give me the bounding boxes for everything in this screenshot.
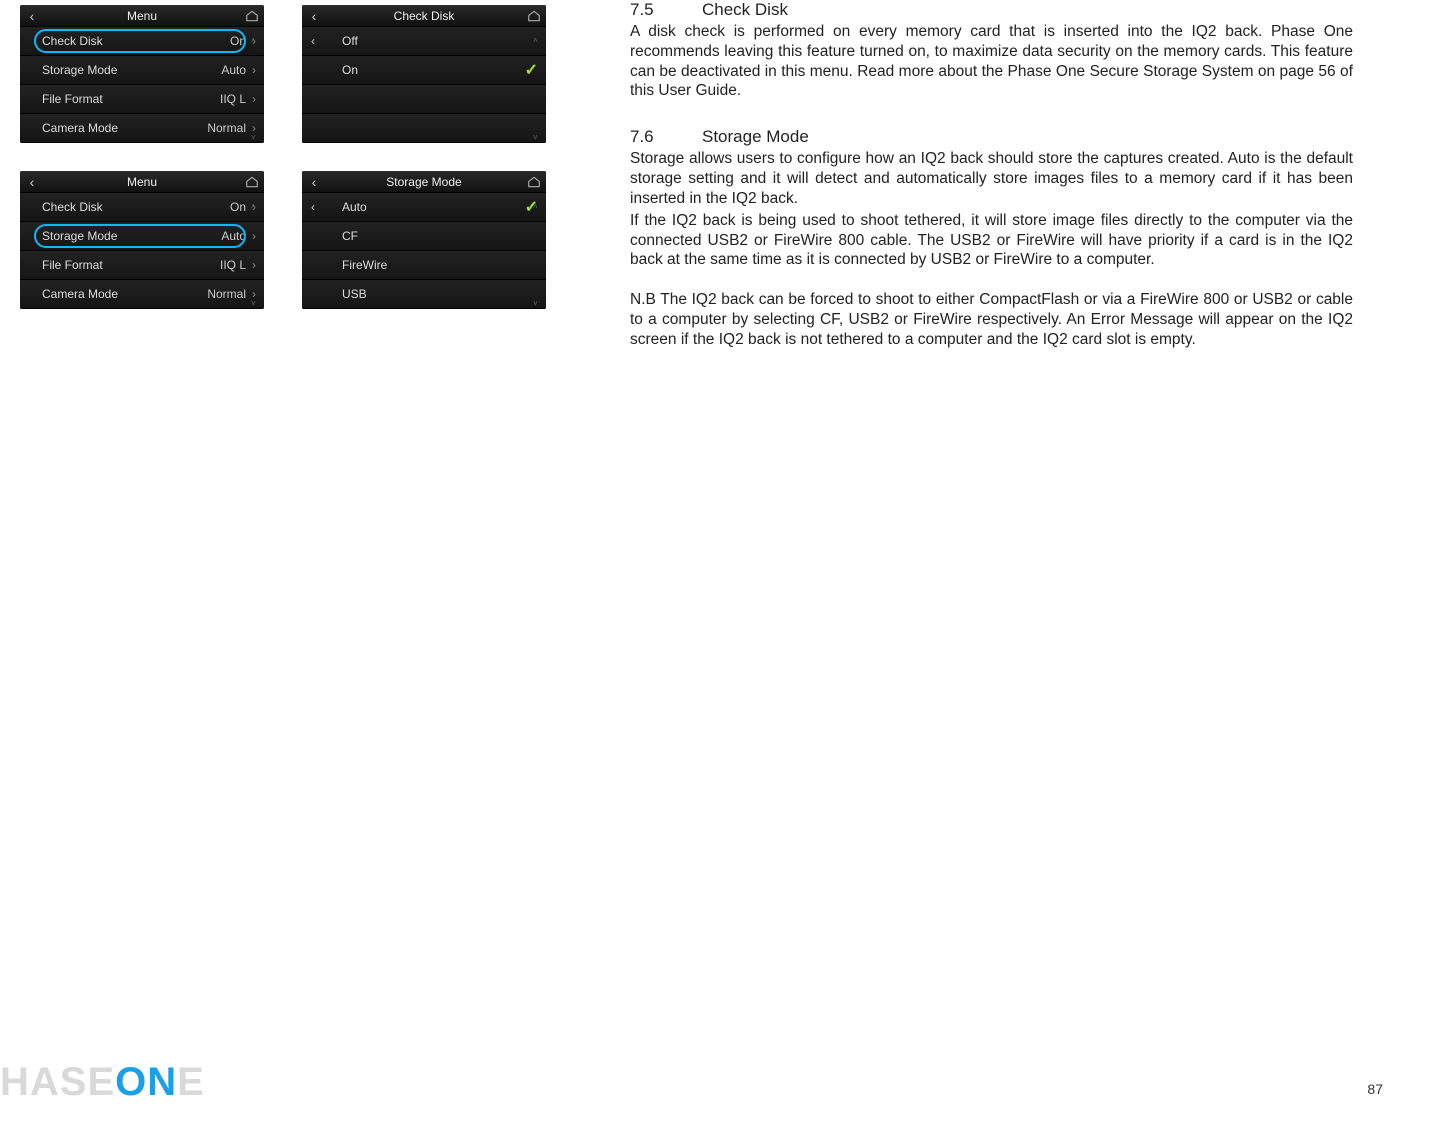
screenshots-column: ‹ Menu Check Disk On › ˄ Storage Mode Au… [20, 0, 600, 350]
option-label: USB [342, 287, 538, 301]
logo-part-accent: ON [115, 1060, 177, 1104]
chevron-right-icon: › [252, 258, 256, 272]
screenshot-check-disk-options: ‹ Check Disk ‹ Off ˄ On ✓ [302, 5, 546, 143]
logo-part: HASE [0, 1060, 115, 1104]
section-title: Check Disk [702, 0, 788, 20]
menu-item-value: IIQ L [220, 258, 246, 272]
scroll-down-icon: ˅ [251, 300, 261, 308]
scroll-up-icon: ˄ [251, 203, 261, 211]
menu-item-value: Normal [207, 121, 246, 135]
option-off[interactable]: ‹ Off ˄ [302, 27, 546, 56]
section-body: If the IQ2 back is being used to shoot t… [630, 211, 1353, 270]
scroll-up-icon: ˄ [251, 37, 261, 45]
chevron-right-icon: › [252, 92, 256, 106]
menu-item-label: Camera Mode [42, 121, 207, 135]
option-label: FireWire [342, 258, 538, 272]
menu-item-value: Auto [221, 63, 246, 77]
screenshot-menu-storage-mode: ‹ Menu Check Disk On › ˄ Storage Mode Au… [20, 171, 264, 309]
option-label: Auto [342, 200, 525, 214]
menu-item-label: Storage Mode [42, 229, 221, 243]
menu-item-file-format[interactable]: File Format IIQ L › [20, 251, 264, 280]
logo-part: E [177, 1060, 205, 1104]
menu-item-value: Normal [207, 287, 246, 301]
section-number: 7.5 [630, 0, 702, 20]
option-auto[interactable]: ‹ Auto ✓ ˄ [302, 193, 546, 222]
option-label: Off [342, 34, 538, 48]
option-cf[interactable]: CF [302, 222, 546, 251]
section-heading-7-6: 7.6 Storage Mode [630, 127, 1353, 147]
menu-item-label: Storage Mode [42, 63, 221, 77]
chevron-right-icon: › [252, 229, 256, 243]
menu-item-label: Check Disk [42, 200, 230, 214]
menu-item-value: Auto [221, 229, 246, 243]
home-icon[interactable] [240, 175, 264, 189]
menu-item-label: Check Disk [42, 34, 230, 48]
option-label: CF [342, 229, 538, 243]
back-icon[interactable]: ‹ [302, 174, 326, 190]
scroll-down-icon: ˅ [533, 134, 543, 142]
section-body: Storage allows users to configure how an… [630, 149, 1353, 208]
option-label: On [342, 63, 525, 77]
home-icon[interactable] [522, 175, 546, 189]
chevron-right-icon: › [252, 63, 256, 77]
option-on[interactable]: On ✓ [302, 56, 546, 85]
check-icon: ✓ [525, 60, 538, 80]
option-empty: ˅ [302, 114, 546, 143]
menu-item-label: Camera Mode [42, 287, 207, 301]
screen-title: Check Disk [326, 9, 522, 23]
section-heading-7-5: 7.5 Check Disk [630, 0, 1353, 20]
menu-item-storage-mode[interactable]: Storage Mode Auto › [20, 56, 264, 85]
screenshot-menu-check-disk: ‹ Menu Check Disk On › ˄ Storage Mode Au… [20, 5, 264, 143]
menu-item-camera-mode[interactable]: Camera Mode Normal › ˅ [20, 114, 264, 143]
menu-item-value: On [230, 200, 246, 214]
menu-item-label: File Format [42, 258, 220, 272]
section-body: A disk check is performed on every memor… [630, 22, 1353, 101]
option-firewire[interactable]: FireWire [302, 251, 546, 280]
menu-item-value: On [230, 34, 246, 48]
section-number: 7.6 [630, 127, 702, 147]
menu-item-check-disk[interactable]: Check Disk On › ˄ [20, 193, 264, 222]
back-icon[interactable]: ‹ [306, 27, 320, 55]
screenshot-storage-mode-options: ‹ Storage Mode ‹ Auto ✓ ˄ CF FireW [302, 171, 546, 309]
brand-logo: HASEONE [0, 1060, 205, 1105]
home-icon[interactable] [240, 9, 264, 23]
back-icon[interactable]: ‹ [20, 174, 44, 190]
menu-item-check-disk[interactable]: Check Disk On › ˄ [20, 27, 264, 56]
screen-title: Menu [44, 175, 240, 189]
menu-item-file-format[interactable]: File Format IIQ L › [20, 85, 264, 114]
scroll-up-icon: ˄ [533, 203, 543, 211]
section-title: Storage Mode [702, 127, 809, 147]
scroll-down-icon: ˅ [533, 300, 543, 308]
menu-item-storage-mode[interactable]: Storage Mode Auto › [20, 222, 264, 251]
home-icon[interactable] [522, 9, 546, 23]
option-empty [302, 85, 546, 114]
menu-item-value: IIQ L [220, 92, 246, 106]
scroll-down-icon: ˅ [251, 134, 261, 142]
option-usb[interactable]: USB ˅ [302, 280, 546, 309]
screen-title: Storage Mode [326, 175, 522, 189]
back-icon[interactable]: ‹ [306, 193, 320, 221]
back-icon[interactable]: ‹ [302, 8, 326, 24]
back-icon[interactable]: ‹ [20, 8, 44, 24]
page-number: 87 [1367, 1081, 1383, 1097]
text-column: 7.5 Check Disk A disk check is performed… [600, 0, 1353, 350]
screen-title: Menu [44, 9, 240, 23]
menu-item-camera-mode[interactable]: Camera Mode Normal › ˅ [20, 280, 264, 309]
menu-item-label: File Format [42, 92, 220, 106]
scroll-up-icon: ˄ [533, 37, 543, 45]
section-body: N.B The IQ2 back can be forced to shoot … [630, 290, 1353, 349]
